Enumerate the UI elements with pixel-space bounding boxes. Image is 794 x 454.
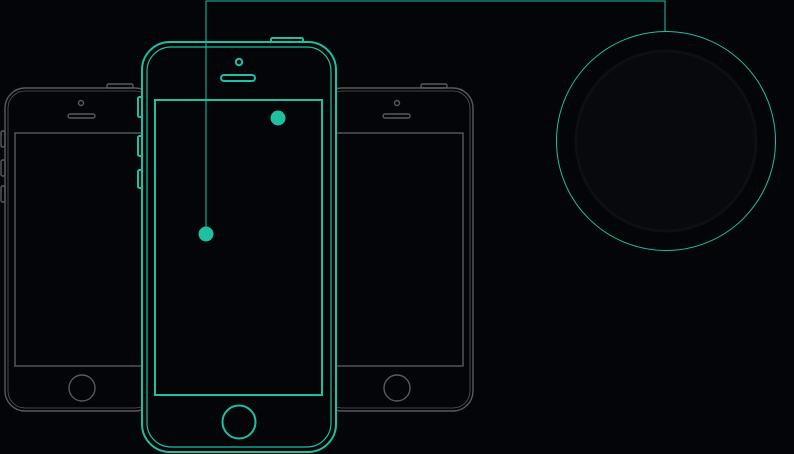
right-phone-home-button [383,374,411,402]
right-phone [321,83,474,412]
center-phone [137,37,337,453]
right-phone-camera-icon [393,99,401,107]
left-phone-side-button-2 [0,159,6,177]
center-phone-top-button [270,37,304,43]
left-phone-body-inner [7,90,153,409]
left-phone-screen [14,132,146,367]
magnifier [556,31,776,251]
magnifier-inner-disc [574,49,758,233]
center-phone-side-button-2 [137,135,143,157]
right-phone-screen [329,132,464,367]
left-phone-top-button [106,83,134,89]
left-phone-speaker [67,113,96,119]
touch-point-top-right [270,110,286,126]
center-phone-side-button-1 [137,96,143,118]
right-phone-speaker [382,113,411,119]
center-phone-backing [142,42,336,452]
illustration-stage [0,0,794,454]
left-phone-body [4,87,156,412]
center-phone-side-button-3 [137,169,143,189]
right-phone-body-inner [324,90,471,409]
right-phone-body [321,87,474,412]
touch-point-center-left [198,226,214,242]
left-phone-side-button-3 [0,185,6,203]
left-phone-side-button-1 [0,130,6,148]
left-phone-home-button [68,374,96,402]
left-phone [0,83,156,412]
phone-illustration [0,0,776,453]
left-phone-camera-icon [77,99,85,107]
right-phone-top-button [420,83,448,89]
